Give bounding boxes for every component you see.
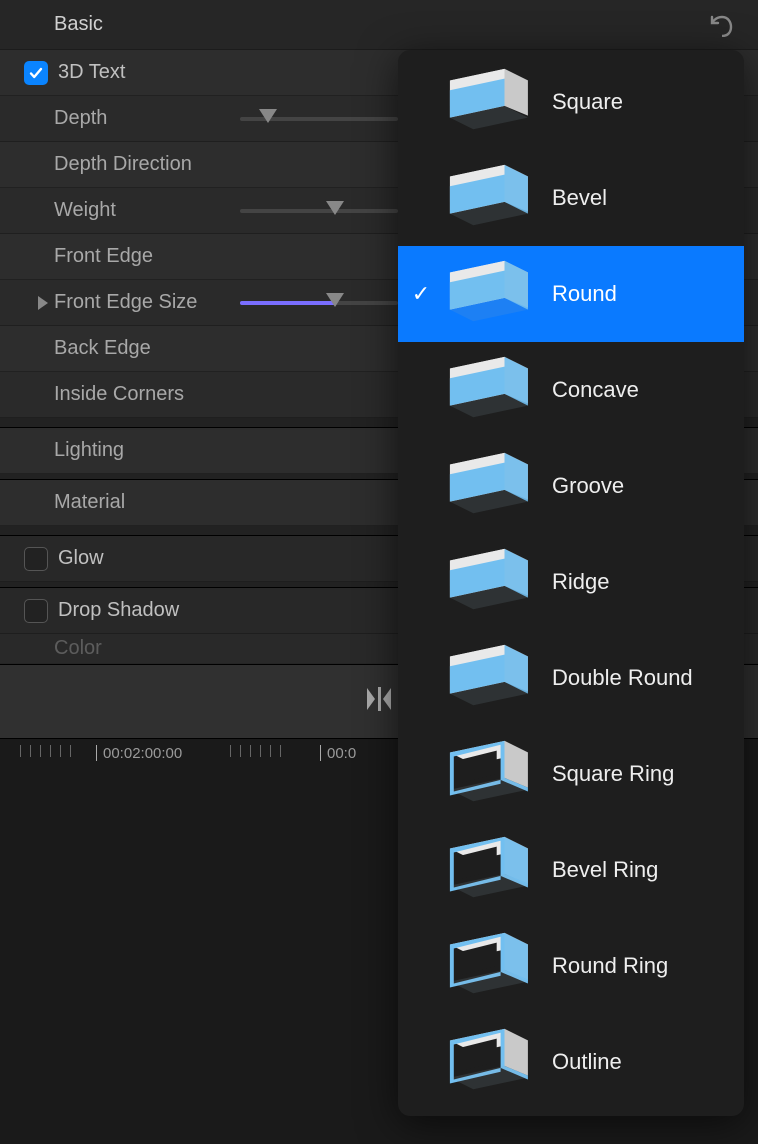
popup-item-label: Double Round [552, 665, 693, 691]
label-depth: Depth [24, 107, 107, 130]
popup-item-double-round[interactable]: Double Round [398, 630, 744, 726]
popup-item-label: Round [552, 281, 617, 307]
label-front-edge-size: Front Edge Size [24, 291, 197, 314]
popup-item-outline[interactable]: Outline [398, 1014, 744, 1110]
label-3d-text: 3D Text [58, 61, 125, 84]
edge-preview-icon [436, 255, 534, 333]
label-drop-shadow-color: Color [24, 637, 102, 660]
timecode-b: 00:0 [327, 745, 356, 762]
popup-item-round[interactable]: ✓ Round [398, 246, 744, 342]
popup-item-round-ring[interactable]: Round Ring [398, 918, 744, 1014]
timecode-a: 00:02:00:00 [103, 745, 182, 762]
check-icon: ✓ [410, 281, 432, 307]
edge-preview-icon [436, 447, 534, 525]
popup-item-square-ring[interactable]: Square Ring [398, 726, 744, 822]
popup-item-label: Outline [552, 1049, 622, 1075]
popup-item-bevel[interactable]: Bevel [398, 150, 744, 246]
popup-item-bevel-ring[interactable]: Bevel Ring [398, 822, 744, 918]
edge-preview-icon [436, 1023, 534, 1101]
label-inside-corners: Inside Corners [24, 383, 184, 406]
popup-item-label: Bevel [552, 185, 607, 211]
label-lighting: Lighting [24, 439, 124, 462]
popup-item-ridge[interactable]: Ridge [398, 534, 744, 630]
slider-depth[interactable] [240, 117, 398, 121]
label-drop-shadow: Drop Shadow [58, 599, 179, 622]
edge-preview-icon [436, 639, 534, 717]
slider-weight[interactable] [240, 209, 398, 213]
checkbox-3d-text[interactable] [24, 61, 48, 85]
playhead-align-icon[interactable] [361, 684, 397, 720]
label-glow: Glow [58, 547, 104, 570]
popup-item-label: Square [552, 89, 623, 115]
popup-item-label: Round Ring [552, 953, 668, 979]
label-material: Material [24, 491, 125, 514]
edge-preview-icon [436, 735, 534, 813]
label-front-edge: Front Edge [24, 245, 153, 268]
popup-item-label: Concave [552, 377, 639, 403]
popup-item-label: Groove [552, 473, 624, 499]
basic-title: Basic [54, 13, 103, 36]
popup-item-label: Bevel Ring [552, 857, 658, 883]
label-depth-direction: Depth Direction [24, 153, 192, 176]
undo-icon[interactable] [706, 13, 734, 37]
slider-front-edge-size[interactable] [240, 301, 398, 305]
edge-preview-icon [436, 351, 534, 429]
popup-item-label: Ridge [552, 569, 609, 595]
checkbox-drop-shadow[interactable] [24, 599, 48, 623]
label-weight: Weight [24, 199, 116, 222]
popup-item-label: Square Ring [552, 761, 674, 787]
popup-item-concave[interactable]: Concave [398, 342, 744, 438]
edge-preview-icon [436, 831, 534, 909]
checkbox-glow[interactable] [24, 547, 48, 571]
front-edge-popup[interactable]: Square Bevel ✓ Round Concave [398, 50, 744, 1116]
edge-preview-icon [436, 927, 534, 1005]
edge-preview-icon [436, 159, 534, 237]
edge-preview-icon [436, 543, 534, 621]
edge-preview-icon [436, 63, 534, 141]
basic-section-header: Basic [0, 0, 758, 50]
popup-item-groove[interactable]: Groove [398, 438, 744, 534]
popup-item-square[interactable]: Square [398, 54, 744, 150]
label-back-edge: Back Edge [24, 337, 151, 360]
disclosure-front-edge-size[interactable] [38, 296, 48, 310]
